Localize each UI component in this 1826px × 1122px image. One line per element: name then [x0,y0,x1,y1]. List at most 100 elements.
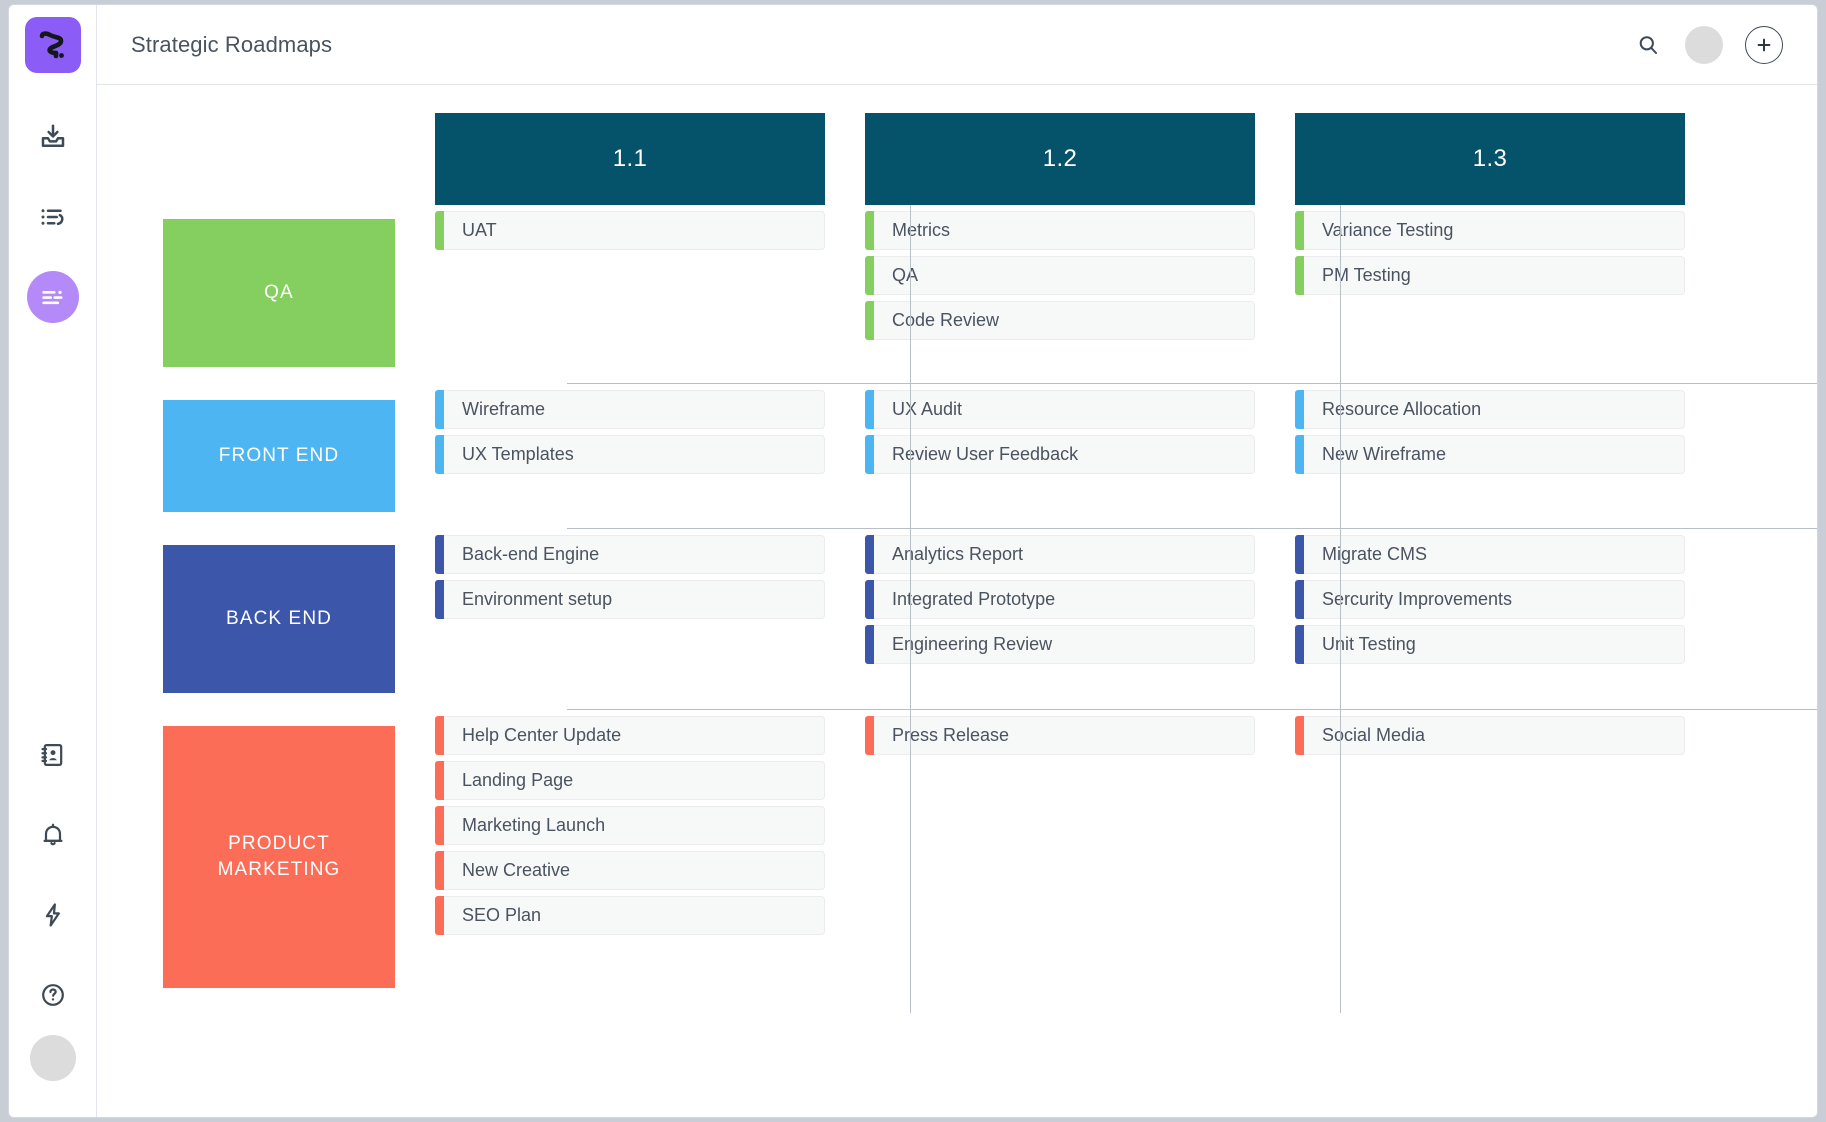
sidebar-avatar[interactable] [29,1035,76,1081]
lane-label[interactable]: BACK END [163,545,395,693]
card-accent-bar [1295,435,1304,474]
roadmap-card[interactable]: Migrate CMS [1295,535,1685,574]
roadmap-card[interactable]: UX Audit [865,390,1255,429]
roadmap-card[interactable]: New Wireframe [1295,435,1685,474]
brand-logo-button[interactable] [24,17,81,73]
roadmap-card[interactable]: Integrated Prototype [865,580,1255,619]
card-accent-bar [1295,580,1304,619]
roadmap-card[interactable]: Back-end Engine [435,535,825,574]
card-accent-bar [435,390,444,429]
card-accent-bar [865,301,874,340]
roadmap-card[interactable]: Unit Testing [1295,625,1685,664]
squiggle-logo-icon [39,31,64,59]
card-accent-bar [435,580,444,619]
card-accent-bar [1295,211,1304,250]
card-label: Engineering Review [874,625,1255,664]
card-accent-bar [865,435,874,474]
search-button[interactable] [1633,30,1663,60]
roadmap-card[interactable]: Landing Page [435,761,825,800]
roadmap-card[interactable]: Metrics [865,211,1255,250]
lane-label[interactable]: FRONT END [163,400,395,512]
card-label: Back-end Engine [444,535,825,574]
card-accent-bar [435,535,444,574]
card-accent-bar [865,390,874,429]
card-label: New Creative [444,851,825,890]
card-label: UX Templates [444,435,825,474]
lane-cell: Migrate CMS Sercurity Improvements Unit Te… [1295,529,1685,664]
card-label: Resource Allocation [1304,390,1685,429]
lane-cell: Variance Testing PM Testing [1295,205,1685,295]
card-label: Metrics [874,211,1255,250]
lane-cell: Wireframe UX Templates [435,384,825,474]
roadmap-card[interactable]: UAT [435,211,825,250]
card-label: New Wireframe [1304,435,1685,474]
card-label: Sercurity Improvements [1304,580,1685,619]
add-button[interactable] [1745,25,1783,64]
roadmap-card[interactable]: Wireframe [435,390,825,429]
inbox-download-icon [41,124,64,147]
roadmap-card[interactable]: UX Templates [435,435,825,474]
roadmap-card[interactable]: Environment setup [435,580,825,619]
header-spacer [163,113,395,205]
lane-section: PRODUCT MARKETING Help Center Update Landi… [97,710,1817,988]
card-accent-bar [435,716,444,755]
sidebar-item-automations[interactable] [27,889,79,941]
sidebar-item-contacts[interactable] [27,729,79,781]
card-accent-bar [1295,390,1304,429]
sidebar-item-tasks[interactable] [27,191,79,243]
card-label: Help Center Update [444,716,825,755]
sidebar-item-inbox[interactable] [27,111,79,163]
user-avatar[interactable] [1685,25,1723,64]
lane-label[interactable]: QA [163,219,395,367]
card-label: Integrated Prototype [874,580,1255,619]
card-accent-bar [435,851,444,890]
roadmap-card[interactable]: Marketing Launch [435,806,825,845]
roadmap-card[interactable]: PM Testing [1295,256,1685,295]
roadmap-card[interactable]: Engineering Review [865,625,1255,664]
help-circle-icon [41,984,64,1006]
roadmap-card[interactable]: Code Review [865,301,1255,340]
lane-cell: Help Center Update Landing Page Marketing … [435,710,825,935]
roadmap-card[interactable]: QA [865,256,1255,295]
top-bar: Strategic Roadmaps [97,5,1817,85]
roadmap-card[interactable]: Press Release [865,716,1255,755]
roadmap-card[interactable]: Sercurity Improvements [1295,580,1685,619]
card-label: Press Release [874,716,1255,755]
lane-cell: Press Release [865,710,1255,755]
lane-label[interactable]: PRODUCT MARKETING [163,726,395,988]
roadmap-card[interactable]: Resource Allocation [1295,390,1685,429]
roadmap-card[interactable]: Help Center Update [435,716,825,755]
sidebar-item-notifications[interactable] [27,809,79,861]
lane-grid: BACK END Back-end Engine Environment setup… [163,529,1817,693]
card-label: Social Media [1304,716,1685,755]
card-label: Variance Testing [1304,211,1685,250]
roadmap-card[interactable]: SEO Plan [435,896,825,935]
lane-grid: FRONT END Wireframe UX Templates UX Audit Re… [163,384,1817,512]
card-accent-bar [435,806,444,845]
column-header-2[interactable]: 1.2 [865,113,1255,205]
sidebar-item-help[interactable] [27,969,79,1021]
roadmap-card[interactable]: Variance Testing [1295,211,1685,250]
lane-section: BACK END Back-end Engine Environment setup… [97,529,1817,710]
column-header-3[interactable]: 1.3 [1295,113,1685,205]
card-accent-bar [1295,535,1304,574]
card-accent-bar [865,535,874,574]
card-accent-bar [1295,625,1304,664]
roadmap-card[interactable]: Social Media [1295,716,1685,755]
header-gutter-3 [1255,113,1295,205]
plus-icon [1757,38,1771,51]
card-accent-bar [1295,256,1304,295]
card-label: Marketing Launch [444,806,825,845]
contacts-book-icon [40,743,62,767]
roadmap-card[interactable]: Analytics Report [865,535,1255,574]
card-label: Analytics Report [874,535,1255,574]
column-header-1[interactable]: 1.1 [435,113,825,205]
card-accent-bar [865,211,874,250]
roadmap-card[interactable]: New Creative [435,851,825,890]
roadmap-card[interactable]: Review User Feedback [865,435,1255,474]
sidebar-item-roadmaps[interactable] [26,271,79,323]
card-label: Wireframe [444,390,825,429]
card-label: PM Testing [1304,256,1685,295]
lane-list: QA UAT Metrics QA Code Review Variance Testin… [97,205,1817,988]
roadmap-board: 1.1 1.2 1.3 QA UAT Metrics QA Code Review Var… [97,85,1817,1117]
